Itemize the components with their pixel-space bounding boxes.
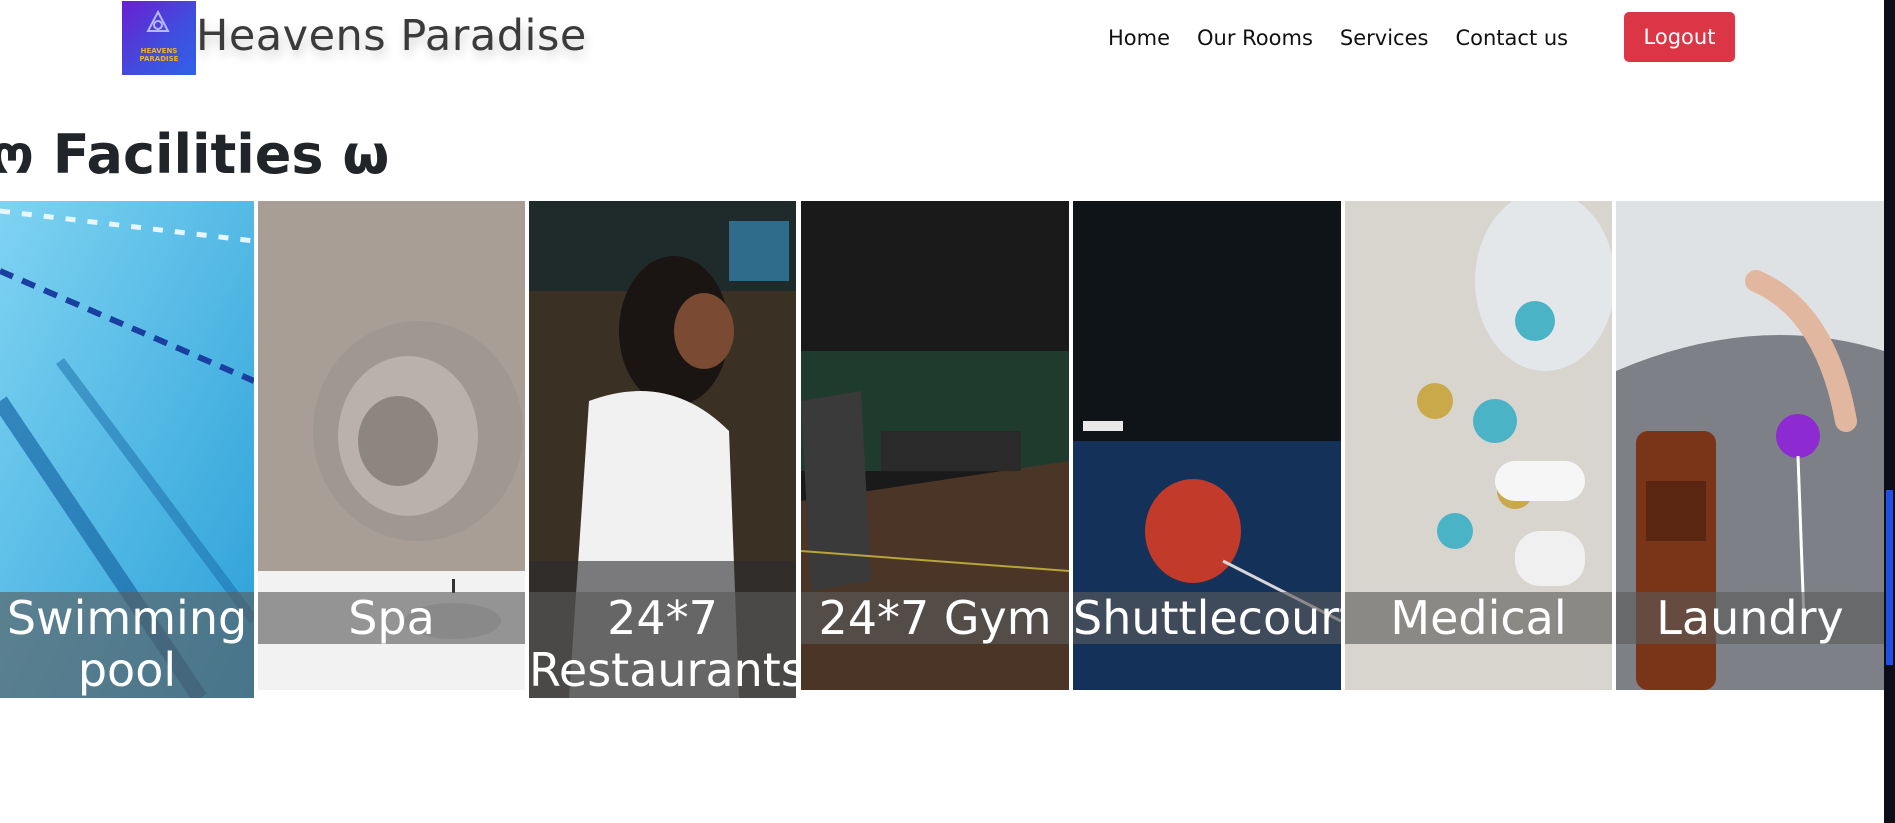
scrollbar-thumb[interactable] bbox=[1886, 490, 1893, 665]
logo-wordmark: HEAVENS PARADISE bbox=[139, 47, 179, 63]
facility-label: Swimming pool bbox=[0, 592, 254, 698]
nav-our-rooms-link[interactable]: Our Rooms bbox=[1197, 26, 1313, 50]
scrollbar[interactable] bbox=[1884, 0, 1895, 823]
facility-card-spa[interactable]: Spa bbox=[258, 201, 525, 690]
facility-card-medical[interactable]: Medical bbox=[1345, 201, 1612, 690]
facility-label: Medical bbox=[1345, 592, 1612, 644]
nav-services-link[interactable]: Services bbox=[1340, 26, 1429, 50]
navbar: HEAVENS PARADISE Heavens Paradise Home O… bbox=[0, 0, 1884, 76]
facility-label: Spa bbox=[258, 592, 525, 644]
nav-contact-link[interactable]: Contact us bbox=[1455, 26, 1568, 50]
facility-card-swimming-pool[interactable]: Swimming pool bbox=[0, 201, 254, 698]
facility-card-restaurants[interactable]: 24*7 Restaurants bbox=[529, 201, 796, 698]
facility-card-gym[interactable]: 24*7 Gym bbox=[801, 201, 1069, 690]
logout-button[interactable]: Logout bbox=[1624, 12, 1735, 62]
brand-logo[interactable]: HEAVENS PARADISE bbox=[122, 1, 196, 75]
facility-label: 24*7 Restaurants bbox=[529, 592, 796, 698]
facility-card-shuttlecourt[interactable]: Shuttlecourt bbox=[1073, 201, 1341, 690]
facility-label: 24*7 Gym bbox=[801, 592, 1069, 644]
nav-home-link[interactable]: Home bbox=[1108, 26, 1170, 50]
nav-links: Home Our Rooms Services Contact us bbox=[1108, 22, 1595, 54]
facility-label: Shuttlecourt bbox=[1073, 591, 1341, 645]
facility-card-laundry[interactable]: Laundry bbox=[1616, 201, 1884, 690]
section-title: ო Facilities ω bbox=[0, 123, 390, 186]
brand-name[interactable]: Heavens Paradise bbox=[196, 10, 587, 62]
logo-emblem-icon bbox=[146, 9, 170, 32]
facility-label: Laundry bbox=[1616, 592, 1884, 644]
